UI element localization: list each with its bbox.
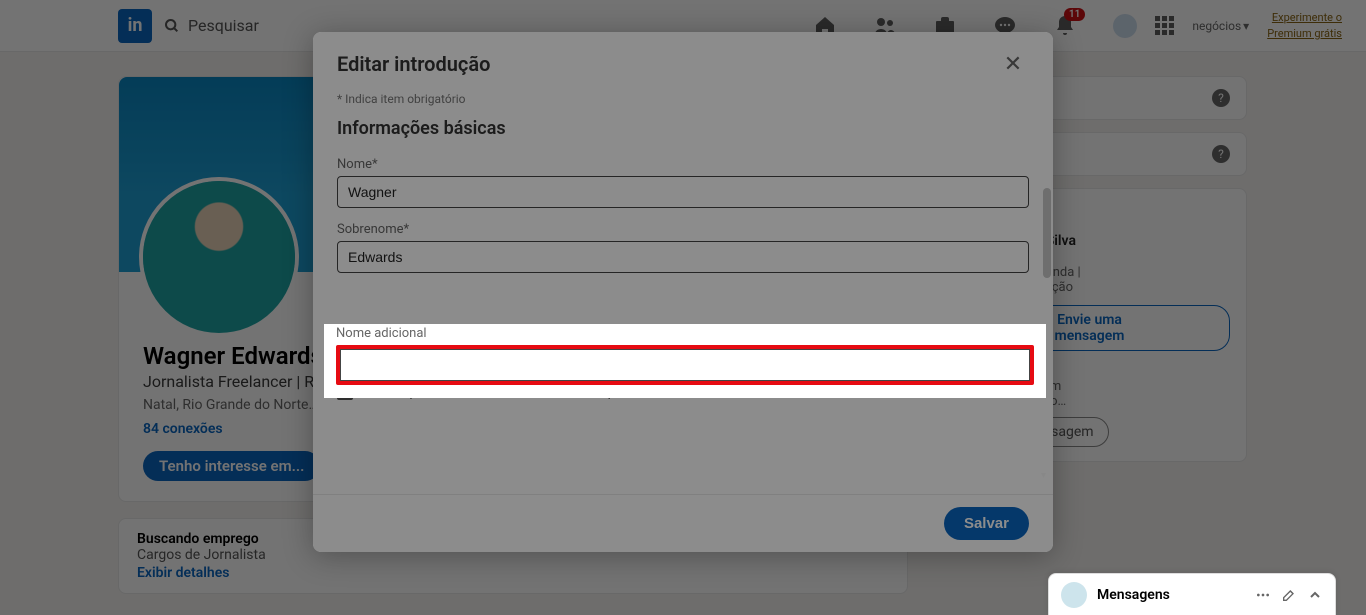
required-hint: * Indica item obrigatório (337, 92, 1029, 106)
messaging-dock[interactable]: Mensagens (1048, 573, 1336, 615)
modal-body: * Indica item obrigatório Informações bá… (313, 88, 1053, 494)
scrollbar-thumb[interactable] (1043, 188, 1051, 278)
additional-name-highlight: Nome adicional (324, 324, 1046, 398)
additional-name-field[interactable] (340, 349, 1030, 381)
first-name-field[interactable] (337, 176, 1029, 208)
last-name-field[interactable] (337, 241, 1029, 273)
save-button[interactable]: Salvar (944, 507, 1029, 540)
first-name-label: Nome* (337, 157, 1029, 172)
additional-name-label: Nome adicional (336, 326, 1034, 341)
last-name-label: Sobrenome* (337, 222, 1029, 237)
section-heading: Informações básicas (337, 118, 1029, 139)
chevron-up-icon[interactable] (1307, 587, 1323, 603)
avatar (1061, 582, 1087, 608)
edit-intro-modal: Editar introdução ✕ * Indica item obriga… (313, 32, 1053, 552)
compose-icon[interactable] (1281, 587, 1297, 603)
close-icon[interactable]: ✕ (997, 48, 1029, 80)
modal-title: Editar introdução (337, 52, 490, 76)
scroll-down-icon[interactable]: ▾ (1041, 470, 1046, 481)
more-icon[interactable] (1255, 587, 1271, 603)
messaging-label: Mensagens (1097, 587, 1170, 603)
